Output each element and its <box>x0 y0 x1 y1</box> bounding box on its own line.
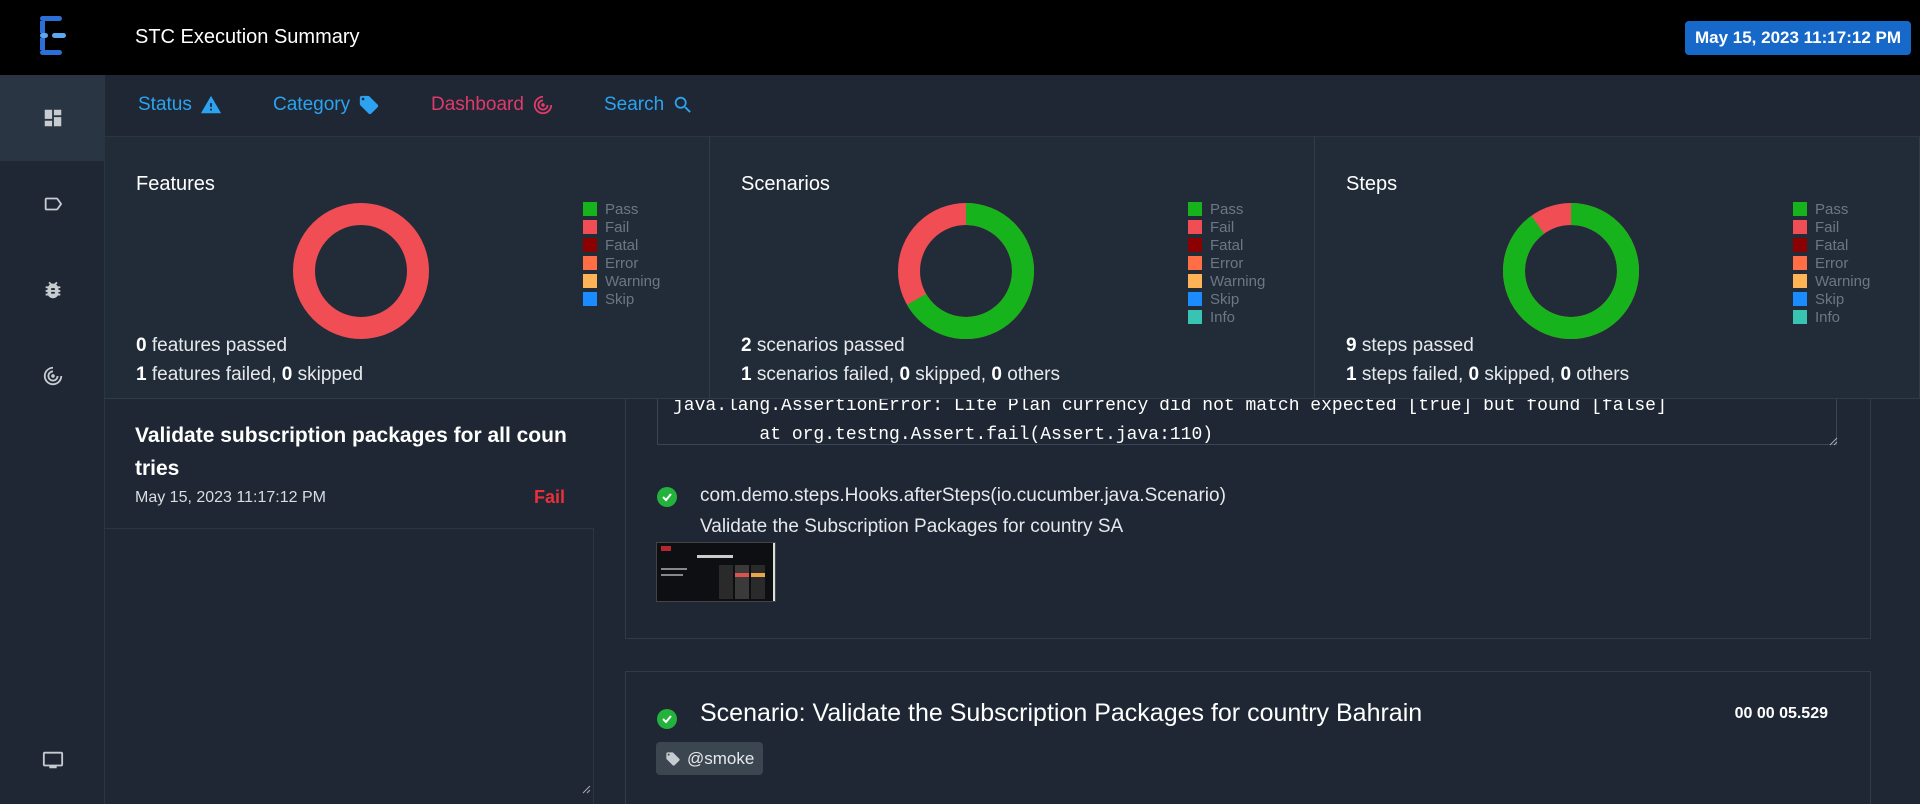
legend-item: Info <box>1188 308 1265 326</box>
scenarios-card: Scenarios Pass Fail Fatal Error Warning … <box>710 137 1315 399</box>
legend-item: Fail <box>1793 218 1870 236</box>
nav-dashboard-label: Dashboard <box>431 94 524 115</box>
legend-item: Fail <box>1188 218 1265 236</box>
legend-item: Warning <box>1793 272 1870 290</box>
target-icon <box>533 95 553 115</box>
steps-failed-line: 1 steps failed, 0 skipped, 0 others <box>1346 364 1630 385</box>
legend-item: Info <box>1793 308 1870 326</box>
test-list: Validate subscription packages for all c… <box>105 399 594 804</box>
nav-dashboard[interactable]: Dashboard <box>431 94 554 116</box>
legend-item: Fatal <box>1188 236 1265 254</box>
test-status-badge: Fail <box>533 487 565 507</box>
test-name: Validate subscription packages for all c… <box>135 424 567 480</box>
features-card: Features Pass Fail Fatal Error Warning S… <box>105 137 710 399</box>
legend-item: Warning <box>583 272 660 290</box>
top-bar: STC Execution Summary May 15, 2023 11:17… <box>0 0 1920 75</box>
donut-pass-segment <box>1503 203 1639 339</box>
legend-item: Error <box>1188 254 1265 272</box>
legend-item: Pass <box>1188 200 1265 218</box>
logo-icon[interactable] <box>38 14 72 58</box>
search-icon <box>674 96 691 113</box>
nav-status-label: Status <box>138 94 192 115</box>
test-detail-panel: java.lang.AssertionError: Lite Plan curr… <box>594 399 1920 804</box>
features-failed-line: 1 features failed, 0 skipped <box>136 364 364 385</box>
scenario-panel <box>625 671 1871 804</box>
sidebar-item-environment[interactable] <box>0 717 105 803</box>
summary-cards: Features Pass Fail Fatal Error Warning S… <box>105 137 1920 399</box>
legend-item: Skip <box>1793 290 1870 308</box>
steps-legend: Pass Fail Fatal Error Warning Skip Info <box>1793 200 1870 326</box>
screenshot-thumbnail[interactable] <box>656 542 776 602</box>
tag-icon <box>359 95 379 115</box>
legend-item: Warning <box>1188 272 1265 290</box>
nav-category[interactable]: Category <box>273 94 380 116</box>
test-date: May 15, 2023 11:17:12 PM <box>135 489 326 506</box>
scenarios-donut-chart <box>898 203 1034 339</box>
filter-nav: Status Category Dashboard Search <box>105 75 1920 137</box>
sidebar-item-dashboard-chart[interactable] <box>0 333 105 419</box>
error-log-box: java.lang.AssertionError: Lite Plan curr… <box>657 399 1837 445</box>
sidebar-item-dashboard[interactable] <box>0 75 105 161</box>
legend-item: Skip <box>1188 290 1265 308</box>
pass-check-icon <box>657 709 677 729</box>
stack-line: at org.testng.Assert.fail(Assert.java:11… <box>673 425 1214 445</box>
error-line: java.lang.AssertionError: Lite Plan curr… <box>673 399 1667 416</box>
features-donut-chart <box>293 203 429 339</box>
donut-fail-segment <box>293 203 429 339</box>
nav-search[interactable]: Search <box>604 94 694 116</box>
sidebar <box>0 75 105 804</box>
app-title: STC Execution Summary <box>135 26 360 48</box>
steps-donut-chart <box>1503 203 1639 339</box>
sidebar-item-tags[interactable] <box>0 161 105 247</box>
legend-item: Error <box>583 254 660 272</box>
hook-name: com.demo.steps.Hooks.afterSteps(io.cucum… <box>700 485 1226 506</box>
features-passed-line: 0 features passed <box>136 335 288 356</box>
resize-handle-icon[interactable] <box>1828 436 1838 446</box>
pass-check-icon <box>657 487 677 507</box>
scenario-tag-chip[interactable]: @smoke <box>656 742 764 775</box>
target-icon <box>43 366 62 386</box>
scenario-title[interactable]: Scenario: Validate the Subscription Pack… <box>700 699 1422 728</box>
scenarios-passed-line: 2 scenarios passed <box>741 335 905 356</box>
legend-item: Pass <box>1793 200 1870 218</box>
card-title: Features <box>136 173 215 195</box>
legend-item: Fail <box>583 218 660 236</box>
legend-item: Error <box>1793 254 1870 272</box>
nav-category-label: Category <box>273 94 351 115</box>
card-title: Steps <box>1346 173 1398 195</box>
legend-item: Fatal <box>583 236 660 254</box>
run-date-badge: May 15, 2023 11:17:12 PM <box>1684 21 1911 55</box>
tag-icon <box>666 751 680 766</box>
legend-item: Fatal <box>1793 236 1870 254</box>
dashboard-icon <box>44 109 61 127</box>
resize-handle-icon[interactable] <box>581 784 591 794</box>
legend-item: Skip <box>583 290 660 308</box>
scenario-duration: 00 00 05.529 <box>1734 705 1828 722</box>
steps-card: Steps Pass Fail Fatal Error Warning Skip… <box>1315 137 1920 399</box>
sidebar-item-exceptions[interactable] <box>0 247 105 333</box>
tag-label: @smoke <box>687 748 755 768</box>
steps-passed-line: 9 steps passed <box>1346 335 1474 356</box>
tag-icon <box>44 197 62 211</box>
test-list-item[interactable]: Validate subscription packages for all c… <box>105 399 594 529</box>
scenarios-legend: Pass Fail Fatal Error Warning Skip Info <box>1188 200 1265 326</box>
card-title: Scenarios <box>741 173 830 195</box>
monitor-icon <box>42 751 63 769</box>
legend-item: Pass <box>583 200 660 218</box>
bug-icon <box>45 281 60 299</box>
features-legend: Pass Fail Fatal Error Warning Skip <box>583 200 660 308</box>
warning-icon <box>200 95 221 114</box>
nav-search-label: Search <box>604 94 665 115</box>
hook-description: Validate the Subscription Packages for c… <box>700 516 1124 537</box>
nav-status[interactable]: Status <box>138 94 222 116</box>
scenarios-failed-line: 1 scenarios failed, 0 skipped, 0 others <box>741 364 1061 385</box>
